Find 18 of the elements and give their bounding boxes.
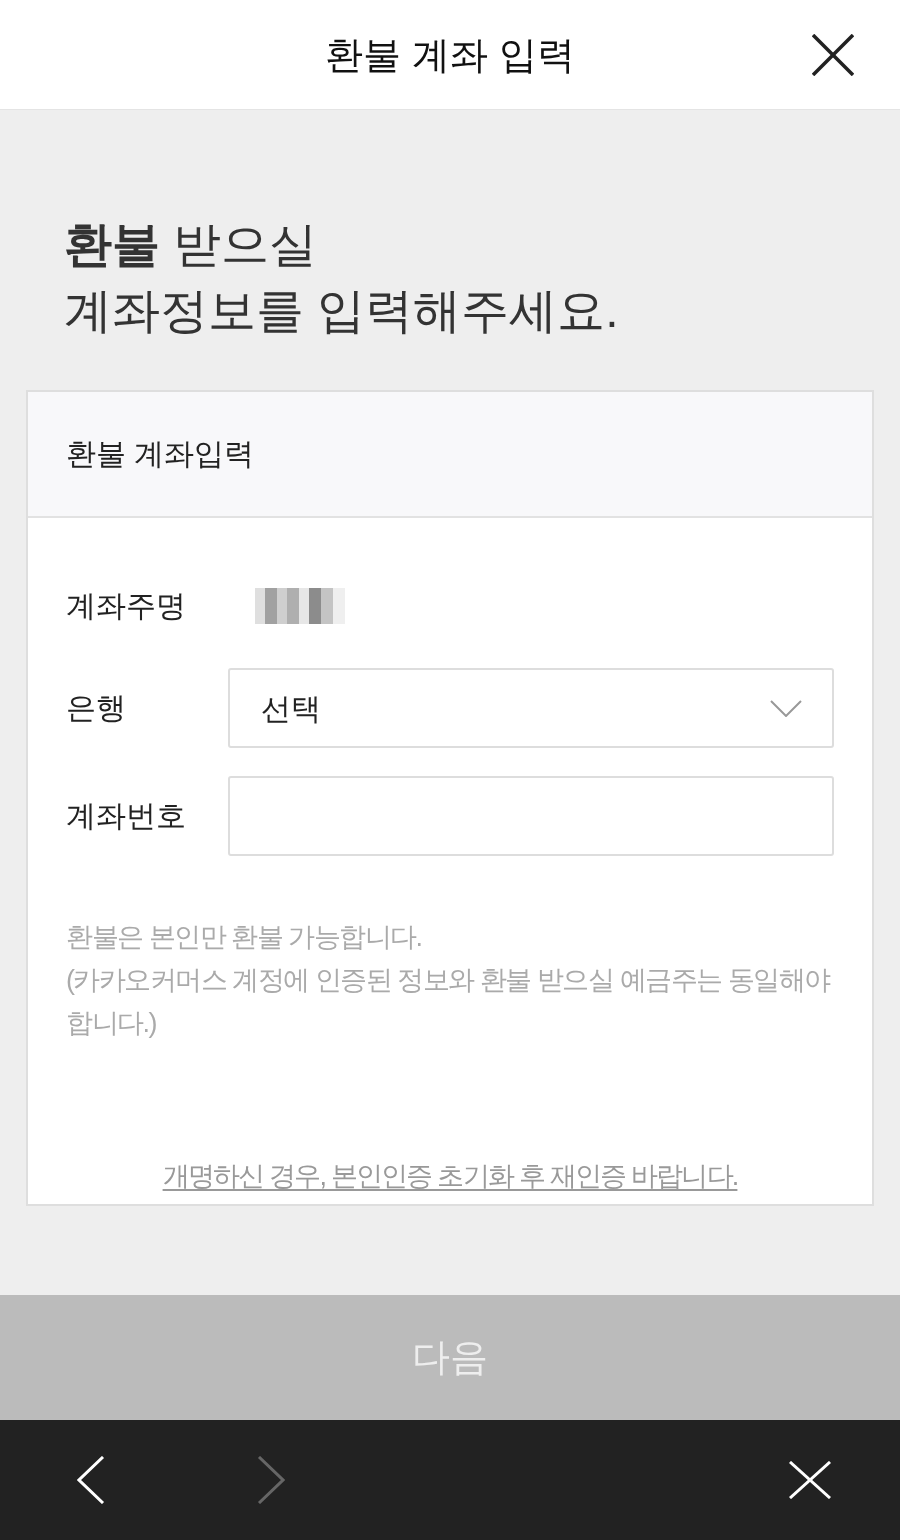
- chevron-left-icon: [77, 1456, 105, 1504]
- intro-heading: 환불 받으실: [64, 217, 318, 273]
- close-button[interactable]: [810, 32, 856, 78]
- card-title: 환불 계좌입력: [66, 436, 255, 472]
- field-label: 계좌번호: [66, 798, 187, 834]
- intro-heading: 계좌정보를 입력해주세요.: [64, 283, 619, 339]
- chevron-down-icon: [770, 699, 802, 717]
- close-icon: [789, 1461, 831, 1499]
- chevron-right-icon: [257, 1456, 285, 1504]
- notice-text: (카카오커머스 계정에 인증된 정보와 환불 받으실 예금주는 동일해야 합니다.): [66, 964, 832, 1040]
- bank-select[interactable]: 선택: [228, 668, 834, 748]
- rename-notice-link[interactable]: 개명하신 경우, 본인인증 초기화 후 재인증 바랍니다.: [162, 1155, 738, 1198]
- close-icon: [812, 34, 854, 76]
- field-label: 계좌주명: [66, 588, 187, 624]
- account-number-field[interactable]: [228, 776, 834, 856]
- notice-text: 환불은 본인만 환불 가능합니다.: [66, 921, 423, 954]
- field-label: 은행: [66, 690, 127, 726]
- page-title: 환불 계좌 입력: [325, 32, 575, 78]
